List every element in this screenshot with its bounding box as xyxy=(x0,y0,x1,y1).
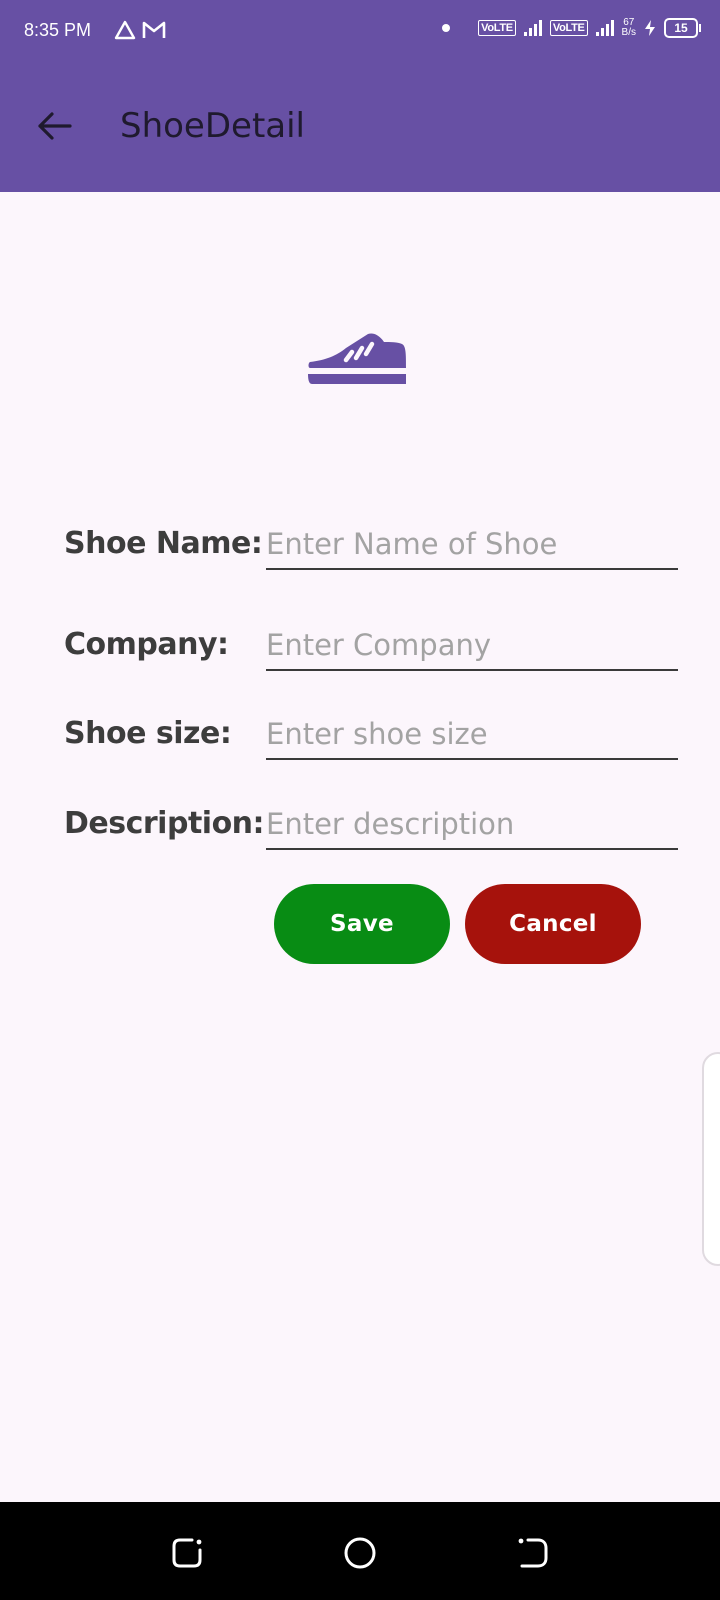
status-time: 8:35 PM xyxy=(24,20,92,40)
cancel-button[interactable]: Cancel xyxy=(465,884,641,964)
page-title: ShoeDetail xyxy=(120,106,306,146)
company-label: Company: xyxy=(64,627,229,662)
description-label: Description: xyxy=(64,806,265,841)
gmail-icon xyxy=(142,21,166,38)
recent-apps-icon[interactable] xyxy=(170,1536,204,1570)
charging-icon xyxy=(645,20,655,36)
signal-icon xyxy=(523,20,542,36)
app-bar: 8:35 PM VoLTE VoLTE 67 B/s 15 ShoeDetail xyxy=(0,0,720,192)
shoe-size-label: Shoe size: xyxy=(64,716,232,751)
notification-dot-icon xyxy=(442,24,451,32)
notification-icons xyxy=(114,20,166,40)
company-row: Company: xyxy=(64,621,680,687)
description-row: Description: xyxy=(64,800,680,866)
shoe-detail-screen: 8:35 PM VoLTE VoLTE 67 B/s 15 ShoeDetail… xyxy=(0,0,720,1600)
status-indicators: VoLTE VoLTE 67 B/s 15 xyxy=(442,18,701,38)
status-bar: 8:35 PM VoLTE VoLTE 67 B/s 15 xyxy=(0,0,720,66)
shoe-name-row: Shoe Name: xyxy=(64,520,680,586)
shoe-size-row: Shoe size: xyxy=(64,710,680,776)
shoe-icon xyxy=(308,333,406,384)
back-icon[interactable] xyxy=(516,1536,550,1570)
network-speed: 67 B/s xyxy=(622,18,636,38)
battery-icon: 15 xyxy=(664,18,701,38)
shoe-name-label: Shoe Name: xyxy=(64,526,263,561)
arrow-left-icon xyxy=(38,112,72,140)
volte-badge-2: VoLTE xyxy=(549,20,588,36)
edge-panel-handle[interactable] xyxy=(702,1052,720,1266)
volte-badge-1: VoLTE xyxy=(478,20,516,36)
system-nav-bar xyxy=(0,1502,720,1600)
save-button[interactable]: Save xyxy=(274,884,450,964)
triangle-app-icon xyxy=(114,20,136,40)
home-icon[interactable] xyxy=(343,1536,377,1570)
signal-icon-2 xyxy=(595,20,614,36)
back-button[interactable] xyxy=(32,104,76,148)
shoe-name-input[interactable] xyxy=(266,520,678,570)
description-input[interactable] xyxy=(266,800,678,850)
shoe-size-input[interactable] xyxy=(266,710,678,760)
network-speed-unit: B/s xyxy=(621,27,636,38)
company-input[interactable] xyxy=(266,621,678,671)
